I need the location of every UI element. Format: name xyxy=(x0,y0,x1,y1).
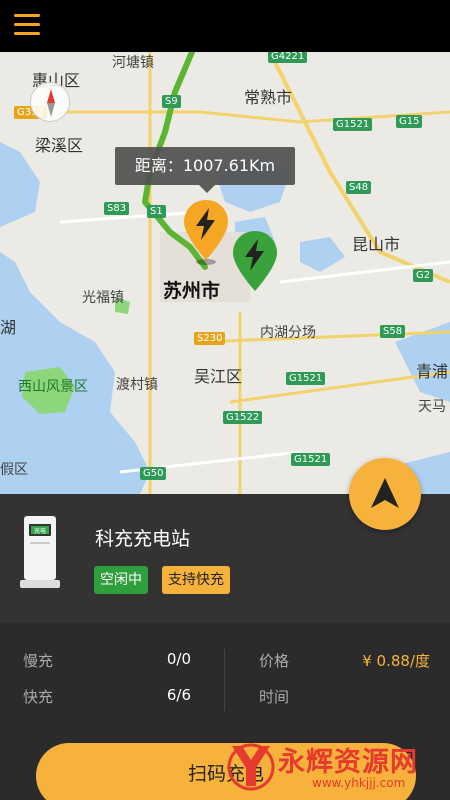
map-label-liangxi: 梁溪区 xyxy=(35,136,84,155)
map-label-suzhou: 苏州市 xyxy=(163,280,221,302)
road-shield: G1521 xyxy=(286,372,326,385)
watermark-logo-icon xyxy=(227,743,275,791)
fast-charge-badge: 支持快充 xyxy=(162,566,230,594)
charger-screen-text: 充电 xyxy=(34,527,46,535)
road-shield: G1522 xyxy=(223,411,263,424)
map-label-tianma: 天马 xyxy=(418,399,446,415)
map-label-neihu: 内湖分场 xyxy=(260,325,316,341)
map-label-guangfu: 光福镇 xyxy=(82,290,124,306)
station-marker-icon[interactable] xyxy=(231,229,279,299)
map-label-wujiang: 吴江区 xyxy=(194,367,243,386)
slow-charge-value: 0/0 xyxy=(166,650,191,668)
road-shield: S230 xyxy=(194,332,226,345)
road-shield: G50 xyxy=(140,467,167,480)
hamburger-menu-icon[interactable] xyxy=(14,14,40,36)
map-label-hu: 湖 xyxy=(0,318,17,337)
map-label-changshu: 常熟市 xyxy=(244,88,293,107)
road-shield: G4221 xyxy=(268,52,308,63)
compass-icon[interactable] xyxy=(30,82,70,122)
map-view[interactable]: 惠山区 河塘镇 常熟市 梁溪区 昆山市 苏州市 光福镇 湖 内湖分场 西山风景区… xyxy=(0,52,450,494)
road-shield: S48 xyxy=(346,181,372,194)
status-badge: 空闲中 xyxy=(94,566,148,594)
divider xyxy=(224,649,225,711)
road-shield: S83 xyxy=(104,202,130,215)
fast-charge-label: 快充 xyxy=(23,688,54,706)
map-label-jiaqu: 假区 xyxy=(0,462,28,478)
navigate-button[interactable] xyxy=(349,458,421,530)
map-label-qingpu: 青浦 xyxy=(416,362,449,381)
time-label: 时间 xyxy=(259,688,290,706)
road-shield: S9 xyxy=(162,95,181,108)
price-label: 价格 xyxy=(259,652,290,670)
road-shield: S1 xyxy=(147,205,166,218)
top-bar xyxy=(0,0,450,52)
map-label-ducun: 渡村镇 xyxy=(116,377,158,393)
watermark: 永辉资源网 www.yhkjjj.com xyxy=(222,738,448,798)
watermark-text: 永辉资源网 xyxy=(278,747,418,778)
station-name: 科充充电站 xyxy=(95,528,191,550)
road-shield: G1521 xyxy=(291,453,331,466)
charger-station-icon: 充电 xyxy=(20,516,60,588)
road-shield: G2 xyxy=(413,269,434,282)
map-label-kunshan: 昆山市 xyxy=(352,235,401,254)
distance-tooltip: 距离：1007.61Km xyxy=(115,147,295,193)
price-value: ¥ 0.88/度 xyxy=(362,652,430,670)
road-shield: G15 xyxy=(396,115,423,128)
map-label-hetang: 河塘镇 xyxy=(112,55,154,71)
selected-station-marker-icon[interactable] xyxy=(182,198,230,270)
navigation-arrow-icon xyxy=(371,478,399,508)
slow-charge-label: 慢充 xyxy=(23,652,54,670)
road-shield: G1521 xyxy=(333,118,373,131)
map-label-xishan: 西山风景区 xyxy=(18,379,88,395)
fast-charge-value: 6/6 xyxy=(166,686,191,704)
watermark-url: www.yhkjjj.com xyxy=(312,776,406,790)
road-shield: S58 xyxy=(380,325,406,338)
